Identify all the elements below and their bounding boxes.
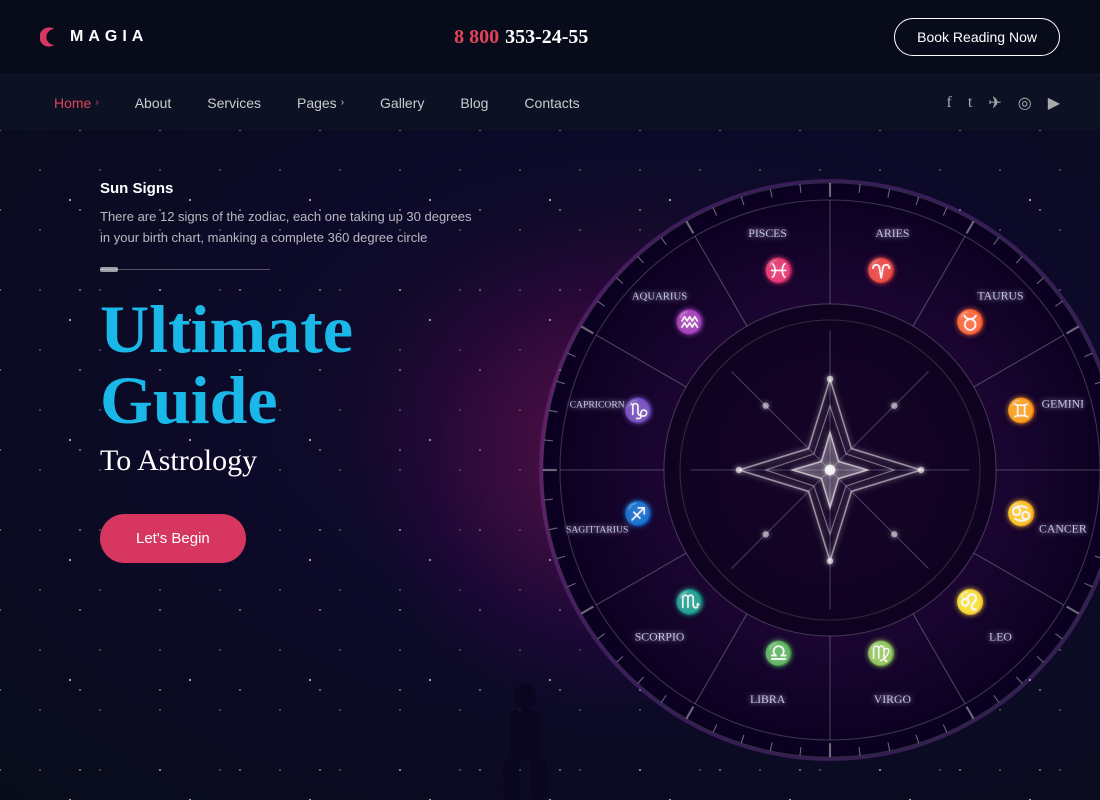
- svg-text:♒: ♒: [675, 308, 704, 336]
- zodiac-wheel: ARIES ♈ TAURUS ♉ GEMINI ♊ CANCER ♋ LEO ♌…: [530, 150, 1100, 790]
- svg-text:LEO: LEO: [989, 630, 1012, 643]
- svg-text:AQUARIUS: AQUARIUS: [632, 291, 687, 303]
- svg-text:♉: ♉: [955, 308, 984, 336]
- svg-text:♌: ♌: [955, 588, 984, 616]
- hero-content: Sun Signs There are 12 signs of the zodi…: [100, 180, 480, 563]
- hero-eyebrow: Sun Signs: [100, 180, 480, 197]
- nav-item-blog[interactable]: Blog: [446, 89, 502, 117]
- hero-description: There are 12 signs of the zodiac, each o…: [100, 207, 480, 249]
- tumblr-icon[interactable]: t: [968, 94, 972, 112]
- svg-text:♐: ♐: [624, 499, 653, 527]
- telegram-icon[interactable]: ✈: [988, 93, 1001, 113]
- hero-subtitle: To Astrology: [100, 444, 480, 478]
- logo[interactable]: MAGIA: [40, 25, 148, 49]
- hero-main-title: Ultimate Guide: [100, 294, 480, 437]
- nav-item-gallery[interactable]: Gallery: [366, 89, 438, 117]
- nav-links: Home › About Services Pages › Gallery Bl…: [40, 89, 594, 117]
- social-links: f t ✈ ◎ ▶: [947, 93, 1060, 113]
- site-header: MAGIA 8 800 353-24-55 Book Reading Now: [0, 0, 1100, 75]
- nav-item-pages[interactable]: Pages ›: [283, 89, 358, 117]
- svg-text:PISCES: PISCES: [748, 227, 787, 240]
- youtube-icon[interactable]: ▶: [1048, 93, 1060, 113]
- phone-number: 353-24-55: [505, 26, 588, 49]
- svg-text:VIRGO: VIRGO: [874, 693, 912, 706]
- person-silhouette: [495, 680, 555, 800]
- nav-item-home[interactable]: Home ›: [40, 89, 113, 117]
- svg-text:♋: ♋: [1007, 499, 1036, 527]
- header-phone: 8 800 353-24-55: [454, 26, 588, 49]
- svg-text:♍: ♍: [867, 639, 896, 667]
- svg-text:CAPRICORN: CAPRICORN: [570, 400, 625, 411]
- svg-text:CANCER: CANCER: [1039, 522, 1087, 535]
- phone-prefix: 8 800: [454, 26, 499, 49]
- lets-begin-button[interactable]: Let's Begin: [100, 514, 246, 563]
- instagram-icon[interactable]: ◎: [1018, 93, 1032, 113]
- svg-text:♈: ♈: [867, 257, 896, 285]
- svg-text:LIBRA: LIBRA: [750, 693, 786, 706]
- svg-text:♓: ♓: [764, 257, 793, 285]
- svg-text:♎: ♎: [764, 639, 793, 667]
- chevron-down-icon: ›: [341, 97, 344, 108]
- main-nav: Home › About Services Pages › Gallery Bl…: [0, 75, 1100, 130]
- chevron-right-icon: ›: [95, 97, 98, 108]
- svg-text:SCORPIO: SCORPIO: [635, 630, 685, 643]
- facebook-icon[interactable]: f: [947, 94, 952, 112]
- logo-text: MAGIA: [70, 28, 148, 46]
- nav-item-services[interactable]: Services: [193, 89, 275, 117]
- nav-item-about[interactable]: About: [121, 89, 186, 117]
- book-reading-button[interactable]: Book Reading Now: [894, 18, 1060, 56]
- svg-text:♊: ♊: [1007, 397, 1036, 425]
- svg-text:SAGITTARIUS: SAGITTARIUS: [566, 524, 628, 535]
- svg-text:ARIES: ARIES: [875, 227, 909, 240]
- svg-text:GEMINI: GEMINI: [1042, 398, 1085, 411]
- moon-icon: [40, 25, 64, 49]
- nav-item-contacts[interactable]: Contacts: [510, 89, 593, 117]
- hero-divider: [100, 269, 270, 270]
- hero-section: ARIES ♈ TAURUS ♉ GEMINI ♊ CANCER ♋ LEO ♌…: [0, 130, 1100, 800]
- svg-text:♑: ♑: [624, 397, 653, 425]
- svg-text:♏: ♏: [675, 588, 704, 616]
- svg-text:TAURUS: TAURUS: [977, 290, 1023, 303]
